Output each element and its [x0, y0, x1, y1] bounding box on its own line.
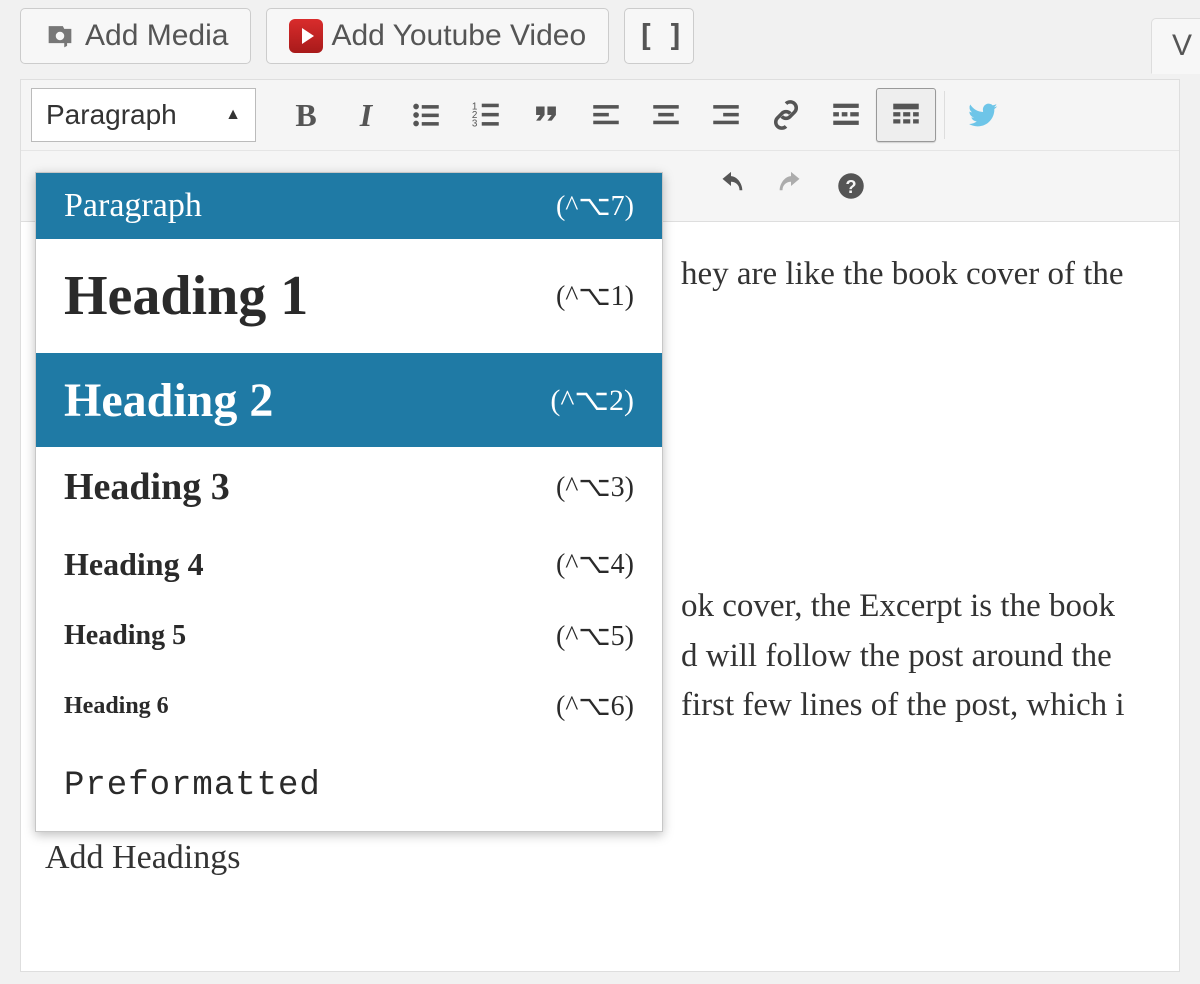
- format-option-heading-3[interactable]: Heading 3 (^⌥3): [36, 447, 662, 527]
- fullscreen-brackets-button[interactable]: [ ]: [624, 8, 694, 64]
- format-dropdown-toggle[interactable]: Paragraph ▲: [31, 88, 256, 142]
- twitter-button[interactable]: [953, 88, 1013, 142]
- format-option-shortcut: (^⌥1): [556, 279, 634, 313]
- format-option-shortcut: (^⌥2): [550, 383, 634, 418]
- brackets-icon: [ ]: [637, 19, 682, 54]
- link-button[interactable]: [756, 88, 816, 142]
- format-option-label: Heading 3: [64, 465, 230, 509]
- media-buttons-row: Add Media Add Youtube Video [ ]: [0, 0, 1200, 79]
- body-text-fragment-1: hey are like the book cover of the: [681, 250, 1124, 300]
- format-option-heading-2[interactable]: Heading 2 (^⌥2): [36, 353, 662, 447]
- toolbar-toggle-button[interactable]: [876, 88, 936, 142]
- undo-button[interactable]: [701, 159, 761, 213]
- svg-text:?: ?: [845, 176, 856, 197]
- format-option-shortcut: (^⌥4): [556, 547, 634, 581]
- blockquote-button[interactable]: [516, 88, 576, 142]
- bullet-list-button[interactable]: [396, 88, 456, 142]
- add-youtube-button[interactable]: Add Youtube Video: [266, 8, 609, 64]
- format-option-heading-6[interactable]: Heading 6 (^⌥6): [36, 671, 662, 741]
- help-button[interactable]: ?: [821, 159, 881, 213]
- youtube-icon: [289, 19, 323, 53]
- format-option-label: Heading 1: [64, 264, 308, 328]
- align-center-button[interactable]: [636, 88, 696, 142]
- add-media-button[interactable]: Add Media: [20, 8, 251, 64]
- add-media-label: Add Media: [85, 19, 228, 53]
- body-heading-text: Add Headings: [45, 832, 240, 883]
- bold-button[interactable]: B: [276, 88, 336, 142]
- format-option-paragraph[interactable]: Paragraph (^⌥7): [36, 173, 662, 239]
- format-option-shortcut: (^⌥3): [556, 470, 634, 504]
- format-option-shortcut: (^⌥5): [556, 619, 634, 653]
- format-option-label: Paragraph: [64, 187, 202, 225]
- numbered-list-button[interactable]: 123: [456, 88, 516, 142]
- chevron-up-icon: ▲: [225, 106, 241, 124]
- toolbar-separator: [944, 91, 945, 139]
- format-option-heading-1[interactable]: Heading 1 (^⌥1): [36, 239, 662, 353]
- format-option-label: Preformatted: [64, 767, 321, 805]
- format-option-heading-4[interactable]: Heading 4 (^⌥4): [36, 527, 662, 601]
- format-selected-label: Paragraph: [46, 99, 177, 131]
- align-right-button[interactable]: [696, 88, 756, 142]
- add-youtube-label: Add Youtube Video: [331, 19, 586, 53]
- format-option-label: Heading 2: [64, 373, 273, 428]
- svg-text:3: 3: [472, 118, 478, 129]
- format-dropdown-menu: Paragraph (^⌥7) Heading 1 (^⌥1) Heading 2 (^⌥…: [35, 172, 663, 832]
- format-option-label: Heading 6: [64, 693, 169, 720]
- align-left-button[interactable]: [576, 88, 636, 142]
- body-text-fragment-2: ok cover, the Excerpt is the book d will…: [681, 582, 1189, 731]
- format-option-shortcut: (^⌥7): [556, 189, 634, 223]
- camera-music-icon: [43, 19, 77, 53]
- format-option-preformatted[interactable]: Preformatted: [36, 741, 662, 831]
- format-option-label: Heading 5: [64, 620, 186, 652]
- italic-button[interactable]: I: [336, 88, 396, 142]
- format-option-shortcut: (^⌥6): [556, 689, 634, 723]
- format-option-heading-5[interactable]: Heading 5 (^⌥5): [36, 601, 662, 671]
- redo-button[interactable]: [761, 159, 821, 213]
- read-more-button[interactable]: [816, 88, 876, 142]
- format-option-label: Heading 4: [64, 546, 204, 583]
- toolbar-row-1: Paragraph ▲ B I 123: [21, 80, 1179, 151]
- visual-tab-partial[interactable]: V: [1151, 18, 1200, 74]
